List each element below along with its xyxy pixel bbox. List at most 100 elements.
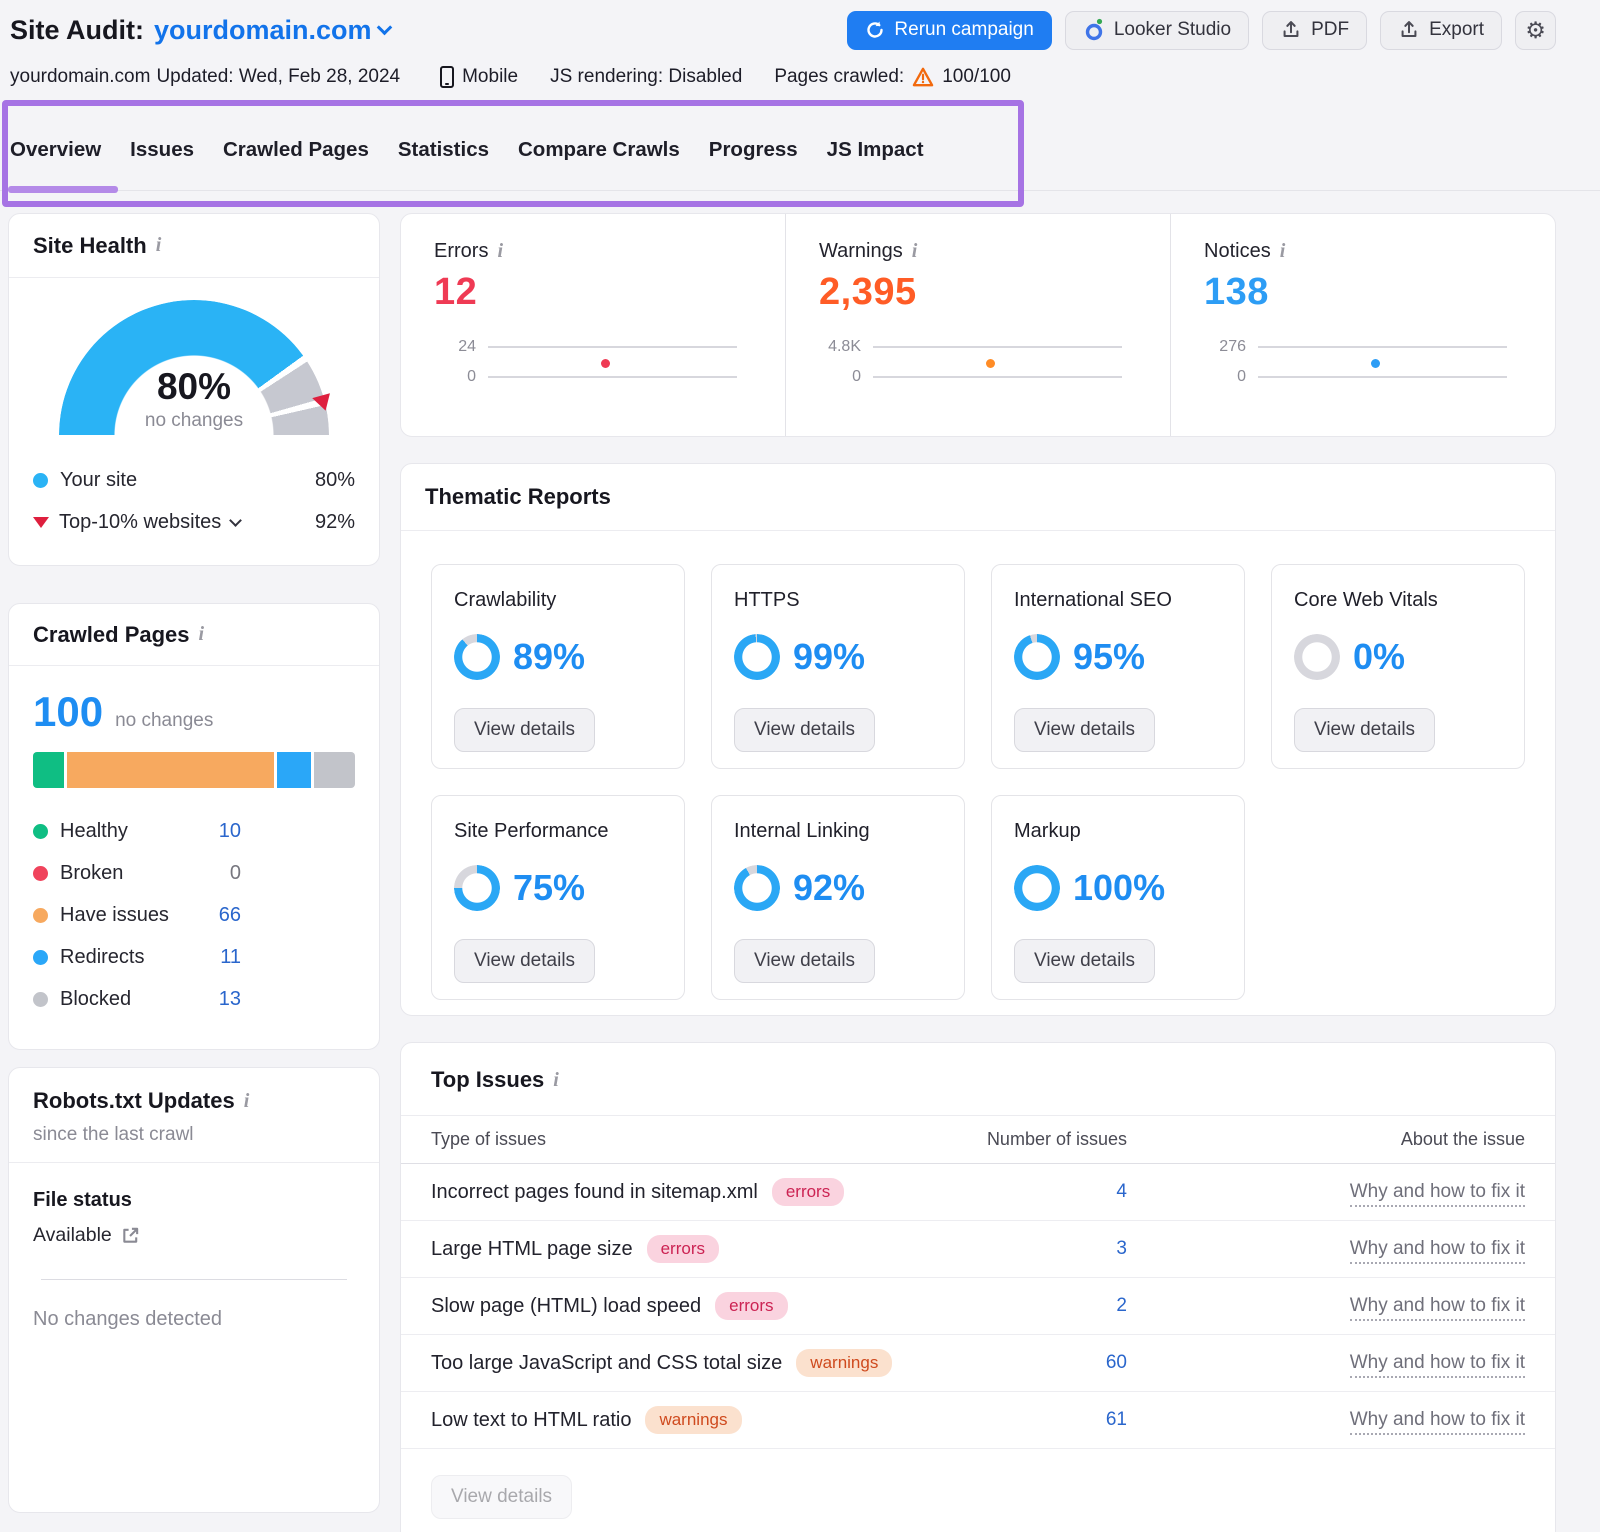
warnings-badge: warnings bbox=[645, 1406, 741, 1434]
warning-triangle-icon bbox=[912, 67, 934, 87]
view-details-button[interactable]: View details bbox=[734, 939, 875, 983]
domain-name[interactable]: yourdomain.com bbox=[154, 15, 372, 46]
errors-section: Errors i 12 24 0 bbox=[401, 214, 785, 436]
progress-ring bbox=[454, 865, 500, 911]
view-details-button[interactable]: View details bbox=[734, 708, 875, 752]
notices-value[interactable]: 138 bbox=[1204, 271, 1507, 314]
info-icon[interactable]: i bbox=[244, 1090, 250, 1113]
table-row: Too large JavaScript and CSS total sizew… bbox=[401, 1335, 1555, 1392]
errors-badge: errors bbox=[715, 1292, 787, 1320]
red-dot-icon bbox=[33, 866, 48, 881]
thematic-grid: Crawlability 89% View details HTTPS 99% … bbox=[401, 531, 1555, 1000]
external-link-icon[interactable] bbox=[121, 1226, 140, 1245]
progress-ring bbox=[1294, 634, 1340, 680]
active-tab-underline bbox=[8, 186, 118, 193]
info-icon[interactable]: i bbox=[912, 240, 918, 263]
warnings-value[interactable]: 2,395 bbox=[819, 271, 1122, 314]
tab-issues[interactable]: Issues bbox=[130, 138, 194, 188]
issues-summary-card: Errors i 12 24 0 Warnings i 2,395 4.8K 0… bbox=[400, 213, 1556, 437]
top-bar: Site Audit: yourdomain.com Rerun campaig… bbox=[10, 8, 1556, 52]
warnings-trend-chart: 4.8K 0 bbox=[819, 338, 1122, 386]
report-international-seo: International SEO 95% View details bbox=[991, 564, 1245, 769]
green-dot-icon bbox=[33, 824, 48, 839]
info-icon[interactable]: i bbox=[553, 1069, 559, 1092]
progress-ring bbox=[734, 634, 780, 680]
report-core-web-vitals: Core Web Vitals 0% View details bbox=[1271, 564, 1525, 769]
top-issues-card: Top Issues i Type of issues Number of is… bbox=[400, 1042, 1556, 1532]
robots-header: Robots.txt Updates i since the last craw… bbox=[9, 1068, 379, 1163]
warnings-label: Warnings bbox=[819, 240, 903, 263]
issue-count-link[interactable]: 2 bbox=[977, 1295, 1127, 1317]
info-icon[interactable]: i bbox=[199, 623, 205, 646]
top-issues-column-headers: Type of issues Number of issues About th… bbox=[401, 1116, 1555, 1164]
errors-value[interactable]: 12 bbox=[434, 271, 737, 314]
report-internal-linking: Internal Linking 92% View details bbox=[711, 795, 965, 1000]
issue-count-link[interactable]: 4 bbox=[977, 1181, 1127, 1203]
info-icon[interactable]: i bbox=[497, 240, 503, 263]
legend-row-broken: Broken 0 bbox=[33, 852, 241, 894]
tab-bar: Overview Issues Crawled Pages Statistics… bbox=[10, 138, 924, 188]
tab-compare-crawls[interactable]: Compare Crawls bbox=[518, 138, 680, 188]
report-crawlability: Crawlability 89% View details bbox=[431, 564, 685, 769]
gauge-arc bbox=[59, 300, 329, 570]
info-icon[interactable]: i bbox=[156, 234, 162, 257]
errors-badge: errors bbox=[647, 1235, 719, 1263]
view-details-button[interactable]: View details bbox=[454, 939, 595, 983]
looker-studio-button[interactable]: Looker Studio bbox=[1065, 11, 1249, 50]
tab-crawled-pages[interactable]: Crawled Pages bbox=[223, 138, 369, 188]
looker-studio-icon bbox=[1083, 18, 1105, 42]
tab-js-impact[interactable]: JS Impact bbox=[827, 138, 924, 188]
mobile-phone-icon bbox=[440, 66, 454, 88]
table-row: Low text to HTML ratiowarnings 61 Why an… bbox=[401, 1392, 1555, 1449]
site-health-gauge: 80% no changes bbox=[59, 300, 329, 435]
site-health-card: Site Health i 80% no changes Your site 8… bbox=[8, 213, 380, 566]
crawled-pages-card: Crawled Pages i 100 no changes Healthy 1… bbox=[8, 603, 380, 1050]
view-details-button[interactable]: View details bbox=[1014, 708, 1155, 752]
top-issues-title: Top Issues bbox=[431, 1067, 544, 1093]
export-button[interactable]: Export bbox=[1380, 11, 1502, 50]
warnings-section: Warnings i 2,395 4.8K 0 bbox=[785, 214, 1170, 436]
robots-txt-card: Robots.txt Updates i since the last craw… bbox=[8, 1067, 380, 1513]
campaign-meta-row: yourdomain.com Updated: Wed, Feb 28, 202… bbox=[10, 62, 1580, 92]
progress-ring bbox=[454, 634, 500, 680]
issue-count-link[interactable]: 61 bbox=[977, 1409, 1127, 1431]
file-status-label: File status bbox=[33, 1189, 355, 1212]
why-how-link: Why and how to fix it bbox=[1127, 1238, 1525, 1260]
rerun-campaign-button[interactable]: Rerun campaign bbox=[847, 11, 1051, 50]
tab-overview[interactable]: Overview bbox=[10, 138, 101, 188]
pdf-button[interactable]: PDF bbox=[1262, 11, 1367, 50]
robots-note: No changes detected bbox=[33, 1308, 355, 1331]
notices-label: Notices bbox=[1204, 240, 1271, 263]
info-icon[interactable]: i bbox=[1280, 240, 1286, 263]
view-details-button[interactable]: View details bbox=[431, 1475, 572, 1519]
warnings-badge: warnings bbox=[796, 1349, 892, 1377]
robots-title: Robots.txt Updates bbox=[33, 1088, 235, 1114]
refresh-icon bbox=[865, 20, 885, 40]
site-health-score: 80% bbox=[59, 366, 329, 408]
site-health-title: Site Health bbox=[33, 233, 147, 259]
bar-segment-have-issues bbox=[67, 752, 274, 788]
issue-count-link[interactable]: 60 bbox=[977, 1352, 1127, 1374]
tab-progress[interactable]: Progress bbox=[709, 138, 798, 188]
report-site-performance: Site Performance 75% View details bbox=[431, 795, 685, 1000]
bar-segment-blocked bbox=[314, 752, 355, 788]
domain-selector[interactable]: yourdomain.com bbox=[154, 15, 390, 46]
view-details-button[interactable]: View details bbox=[454, 708, 595, 752]
table-row: Large HTML page sizeerrors 3 Why and how… bbox=[401, 1221, 1555, 1278]
site-health-header: Site Health i bbox=[9, 214, 379, 278]
progress-ring bbox=[1014, 634, 1060, 680]
why-how-link: Why and how to fix it bbox=[1127, 1181, 1525, 1203]
crawled-pages-header: Crawled Pages i bbox=[9, 604, 379, 666]
view-details-button[interactable]: View details bbox=[1014, 939, 1155, 983]
errors-trend-chart: 24 0 bbox=[434, 338, 737, 386]
settings-button[interactable]: ⚙ bbox=[1515, 11, 1556, 50]
meta-domain: yourdomain.com bbox=[10, 66, 150, 88]
table-row: Slow page (HTML) load speederrors 2 Why … bbox=[401, 1278, 1555, 1335]
issue-count-link[interactable]: 3 bbox=[977, 1238, 1127, 1260]
meta-js-rendering: JS rendering: Disabled bbox=[550, 66, 742, 88]
blue-dot-icon bbox=[33, 473, 48, 488]
tab-statistics[interactable]: Statistics bbox=[398, 138, 489, 188]
legend-row-healthy: Healthy 10 bbox=[33, 810, 241, 852]
view-details-button[interactable]: View details bbox=[1294, 708, 1435, 752]
crawled-stacked-bar bbox=[33, 752, 355, 788]
